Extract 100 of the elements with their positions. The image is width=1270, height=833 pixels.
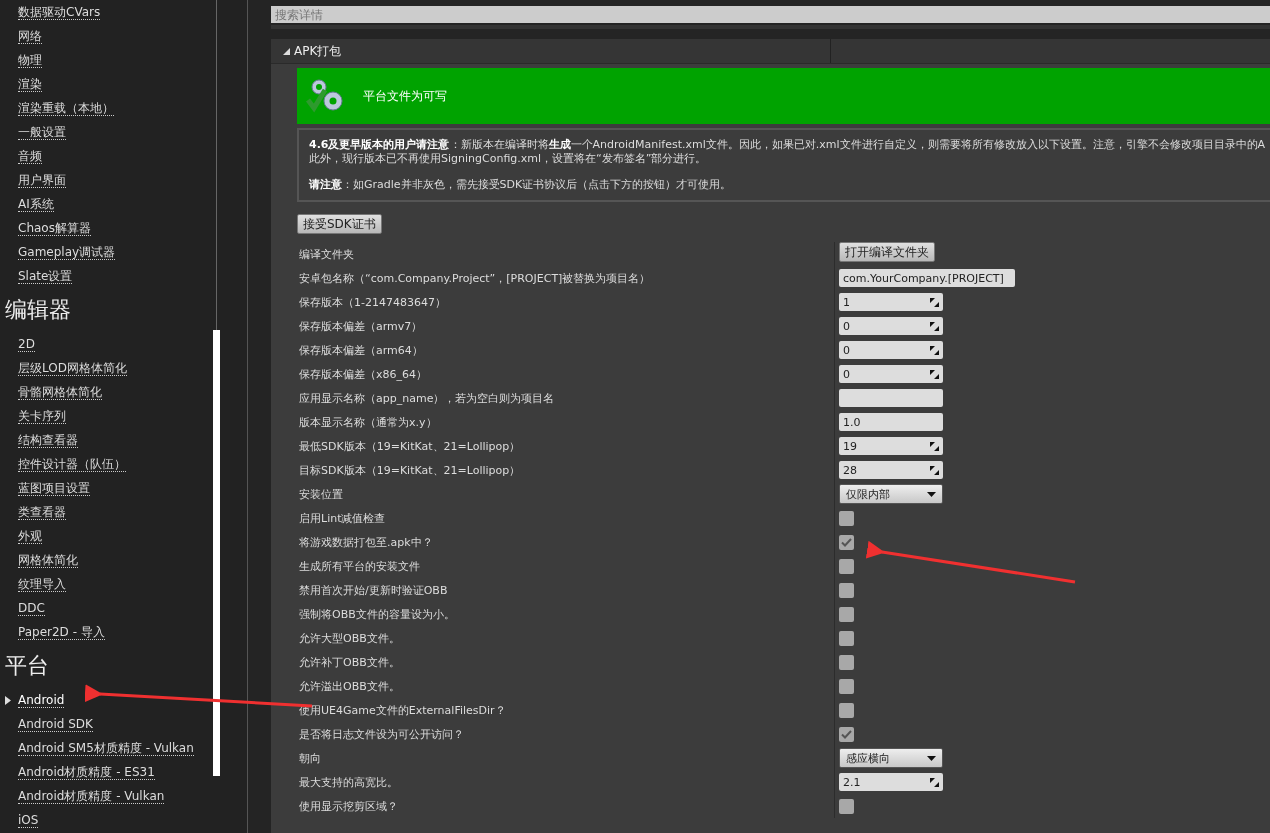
setting-label: 强制将OBB文件的容量设为小。 <box>298 606 456 622</box>
sidebar-item[interactable]: Android材质精度 - ES31 <box>0 760 212 784</box>
drag-arrows-icon <box>930 369 939 379</box>
sidebar-item[interactable]: iOS <box>0 808 212 832</box>
checkbox[interactable] <box>839 678 854 694</box>
sidebar-item[interactable]: Android材质精度 - Vulkan <box>0 784 212 808</box>
note-text: 此外，现行版本已不再使用SigningConfig.xml，设置将在“发布签名”部分进行。 <box>309 152 708 166</box>
drag-arrows-icon <box>930 465 939 475</box>
section-title: APK打包 <box>294 42 342 60</box>
banner-text: 平台文件为可写 <box>363 87 447 105</box>
setting-label: 保存版本（1-2147483647） <box>298 294 447 310</box>
setting-label: 允许大型OBB文件。 <box>298 630 401 646</box>
sidebar-item[interactable]: Android SM5材质精度 - Vulkan <box>0 736 212 760</box>
number-field[interactable]: 0 <box>839 317 943 335</box>
checkbox[interactable] <box>839 702 854 718</box>
sidebar-item[interactable]: 类查看器 <box>0 500 212 524</box>
sidebar-item[interactable]: 结构查看器 <box>0 428 212 452</box>
sidebar-item[interactable]: 关卡序列 <box>0 404 212 428</box>
setting-label: 将游戏数据打包至.apk中？ <box>298 534 434 550</box>
dropdown[interactable]: 感应横向 <box>839 748 943 768</box>
dropdown[interactable]: 仅限内部 <box>839 484 943 504</box>
checkbox[interactable] <box>839 630 854 646</box>
sidebar-item[interactable]: 外观 <box>0 524 212 548</box>
sidebar-item[interactable]: 2D <box>0 332 212 356</box>
open-folder-button[interactable]: 打开编译文件夹 <box>839 242 935 262</box>
sidebar-item[interactable]: 网络 <box>0 24 212 48</box>
sidebar-item[interactable]: 数据驱动CVars <box>0 0 212 24</box>
sidebar-item[interactable]: Android <box>0 688 212 712</box>
accept-sdk-button[interactable]: 接受SDK证书 <box>297 214 382 234</box>
sidebar-item[interactable]: 用户界面 <box>0 168 212 192</box>
number-field[interactable]: 19 <box>839 437 943 455</box>
text-field[interactable]: com.YourCompany.[PROJECT] <box>839 269 1015 287</box>
sidebar-item[interactable]: Android SDK <box>0 712 212 736</box>
sidebar-item[interactable]: 控件设计器（队伍） <box>0 452 212 476</box>
setting-label: 最低SDK版本（19=KitKat、21=Lollipop） <box>298 438 522 454</box>
setting-label: 保存版本偏差（x86_64） <box>298 366 428 382</box>
sidebar-item[interactable]: Gameplay调试器 <box>0 240 212 264</box>
check-icon <box>841 729 852 739</box>
checkbox[interactable] <box>839 510 854 526</box>
category-heading: 平台 <box>5 652 49 680</box>
collapse-arrow-icon <box>283 47 290 55</box>
number-field[interactable]: 28 <box>839 461 943 479</box>
drag-arrows-icon <box>930 321 939 331</box>
setting-label: 最大支持的高宽比。 <box>298 774 399 790</box>
setting-label: 禁用首次开始/更新时验证OBB <box>298 582 449 598</box>
text-field[interactable] <box>839 389 943 407</box>
sidebar-item[interactable]: Paper2D - 导入 <box>0 620 212 644</box>
caret-icon <box>927 491 936 497</box>
number-field[interactable]: 2.1 <box>839 773 943 791</box>
drag-arrows-icon <box>930 297 939 307</box>
setting-label: 是否将日志文件设为可公开访问？ <box>298 726 465 742</box>
setting-label: 安卓包名称（“com.Company.Project”，[PROJECT]被替换为项目名） <box>298 270 652 286</box>
section-header[interactable]: APK打包 <box>271 39 1270 64</box>
checkbox[interactable] <box>839 726 854 742</box>
sidebar-item[interactable]: AI系统 <box>0 192 212 216</box>
sidebar-item[interactable]: 网格体简化 <box>0 548 212 572</box>
setting-label: 目标SDK版本（19=KitKat、21=Lollipop） <box>298 462 522 478</box>
sidebar-item[interactable]: 音频 <box>0 144 212 168</box>
number-field[interactable]: 0 <box>839 365 943 383</box>
setting-label: 生成所有平台的安装文件 <box>298 558 421 574</box>
scrollbar-thumb[interactable] <box>212 330 220 776</box>
checkbox[interactable] <box>839 534 854 550</box>
drag-arrows-icon <box>930 441 939 451</box>
checkbox[interactable] <box>839 654 854 670</box>
setting-label: 保存版本偏差（arm64） <box>298 342 424 358</box>
sidebar-item[interactable]: Chaos解算器 <box>0 216 212 240</box>
expand-arrow-icon <box>5 696 11 705</box>
setting-label: 保存版本偏差（armv7） <box>298 318 424 334</box>
note-text: 请注意：如Gradle并非灰色，需先接受SDK证书协议后（点击下方的按钮）才可使用。 <box>309 178 733 192</box>
sidebar-item[interactable]: 物理 <box>0 48 212 72</box>
drag-arrows-icon <box>930 777 939 787</box>
sidebar-item[interactable]: 渲染重载（本地） <box>0 96 212 120</box>
checkbox[interactable] <box>839 798 854 814</box>
sidebar-item[interactable]: 蓝图项目设置 <box>0 476 212 500</box>
sidebar-item[interactable]: 一般设置 <box>0 120 212 144</box>
drag-arrows-icon <box>930 345 939 355</box>
checkbox[interactable] <box>839 606 854 622</box>
sidebar-item[interactable]: 纹理导入 <box>0 572 212 596</box>
caret-icon <box>927 755 936 761</box>
search-field[interactable]: 搜索详情 <box>271 6 1270 23</box>
sidebar-item[interactable]: 层级LOD网格体简化 <box>0 356 212 380</box>
check-icon <box>841 537 852 547</box>
setting-label: 允许溢出OBB文件。 <box>298 678 401 694</box>
note-text: 4.6及更早版本的用户请注意：新版本在编译时将生成一个AndroidManifest.xml文件。因此，如果已对.xml文件进行自定义，则需要将所有修改放入以下设置。注意，引擎不会修改项目目录中的A <box>309 138 1266 152</box>
setting-label: 编译文件夹 <box>298 246 355 262</box>
setting-label: 安装位置 <box>298 486 344 502</box>
setting-label: 应用显示名称（app_name），若为空白则为项目名 <box>298 390 556 406</box>
sidebar-item[interactable]: 骨骼网格体简化 <box>0 380 212 404</box>
sidebar-item[interactable]: DDC <box>0 596 212 620</box>
text-field[interactable]: 1.0 <box>839 413 943 431</box>
sidebar-item[interactable]: 渲染 <box>0 72 212 96</box>
category-heading: 编辑器 <box>5 296 71 324</box>
sidebar-item[interactable]: Slate设置 <box>0 264 212 288</box>
number-field[interactable]: 0 <box>839 341 943 359</box>
checkbox[interactable] <box>839 582 854 598</box>
setting-label: 启用Lint减值检查 <box>298 510 387 526</box>
setting-label: 朝向 <box>298 750 322 766</box>
number-field[interactable]: 1 <box>839 293 943 311</box>
checkbox[interactable] <box>839 558 854 574</box>
setting-label: 使用显示挖剪区域？ <box>298 798 399 814</box>
